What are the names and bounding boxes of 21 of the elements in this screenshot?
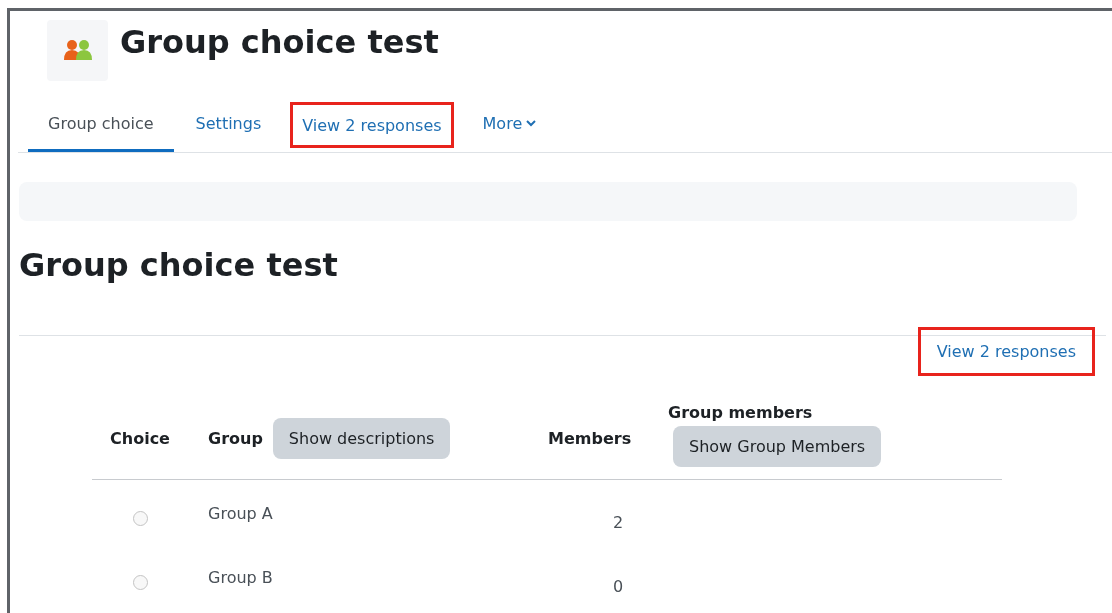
column-header: Group members bbox=[668, 403, 813, 422]
show-members-button[interactable]: Show Group Members bbox=[673, 426, 882, 467]
column-header: Choice bbox=[110, 428, 170, 448]
caret-icon bbox=[526, 120, 537, 127]
choice-radio[interactable] bbox=[132, 510, 148, 526]
show-descriptions-button[interactable]: Show descriptions bbox=[272, 417, 451, 459]
nav-tab[interactable]: View 2 responses bbox=[290, 102, 454, 148]
page-title: Group choice test bbox=[120, 23, 439, 61]
group-name: Group B bbox=[207, 568, 274, 587]
group-name: Group A bbox=[207, 504, 274, 523]
member-count: 2 bbox=[612, 512, 624, 532]
responses-link[interactable]: View 2 responses bbox=[917, 327, 1095, 376]
nav-tab[interactable]: Group choice bbox=[28, 98, 174, 152]
people-icon bbox=[62, 39, 93, 61]
activity-heading: Group choice test bbox=[19, 246, 339, 284]
column-header: Group bbox=[208, 428, 263, 448]
nav-tab[interactable]: Settings bbox=[175, 98, 282, 152]
member-count: 0 bbox=[612, 576, 624, 596]
nav-tab[interactable]: More bbox=[462, 98, 557, 152]
choice-radio[interactable] bbox=[132, 574, 148, 590]
column-header: Members bbox=[547, 428, 633, 448]
